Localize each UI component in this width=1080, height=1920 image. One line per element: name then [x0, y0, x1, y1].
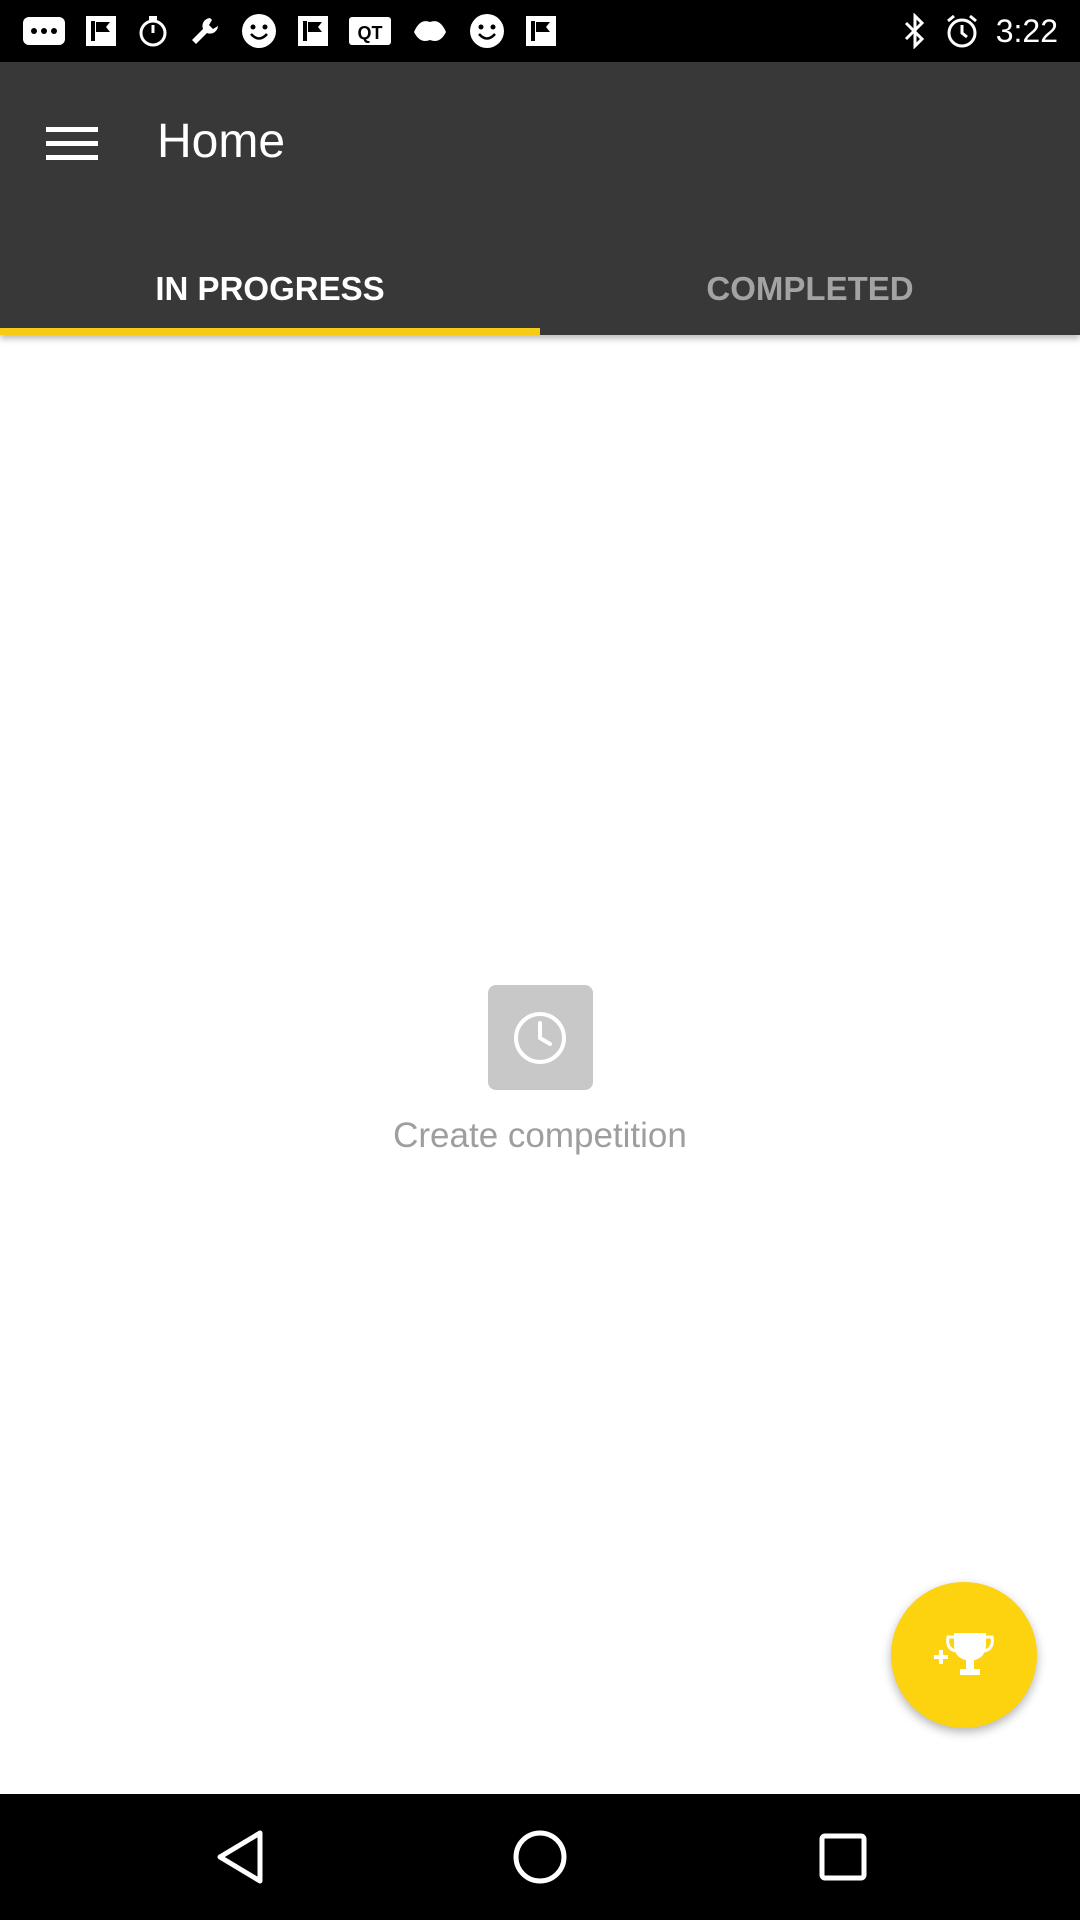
home-icon — [513, 1830, 567, 1884]
page-title: Home — [157, 115, 286, 168]
recents-icon — [819, 1833, 867, 1881]
back-button[interactable] — [205, 1822, 275, 1892]
hamburger-menu-icon — [46, 127, 98, 160]
qq-icon: QT — [349, 17, 391, 45]
tab-label: COMPLETED — [706, 269, 914, 307]
system-status: 3:22 — [902, 8, 1058, 54]
svg-text:QT: QT — [358, 23, 383, 43]
flag-icon — [86, 16, 116, 46]
flag-icon — [298, 16, 328, 46]
smiley-icon — [242, 14, 276, 48]
alarm-icon — [946, 14, 977, 48]
wrench-icon — [192, 18, 218, 44]
tab-label: IN PROGRESS — [155, 269, 385, 307]
smiley-icon — [470, 14, 504, 48]
tab-completed[interactable]: COMPLETED — [540, 242, 1080, 335]
recents-button[interactable] — [808, 1822, 878, 1892]
add-trophy-icon — [934, 1633, 994, 1675]
system-navigation-bar — [0, 1794, 1080, 1920]
empty-state: Create competition — [0, 985, 1080, 1156]
back-icon — [217, 1830, 263, 1884]
bluetooth-icon — [904, 13, 924, 49]
create-competition-button[interactable] — [891, 1582, 1037, 1728]
tab-bar: IN PROGRESS COMPLETED — [0, 242, 1080, 335]
app-bar: Home IN PROGRESS COMPLETED — [0, 62, 1080, 335]
menu-button[interactable] — [36, 108, 108, 180]
more-icon — [23, 17, 65, 45]
tab-in-progress[interactable]: IN PROGRESS — [0, 242, 540, 335]
home-button[interactable] — [505, 1822, 575, 1892]
flag-icon — [526, 16, 556, 46]
empty-state-message: Create competition — [393, 1116, 687, 1155]
notification-icons: QT — [22, 8, 558, 54]
active-tab-indicator — [0, 328, 540, 335]
status-bar: QT 3:22 — [0, 0, 1080, 62]
stopwatch-icon — [139, 16, 167, 47]
app-icon — [414, 21, 446, 41]
status-time: 3:22 — [995, 12, 1058, 49]
clock-icon — [487, 985, 593, 1090]
